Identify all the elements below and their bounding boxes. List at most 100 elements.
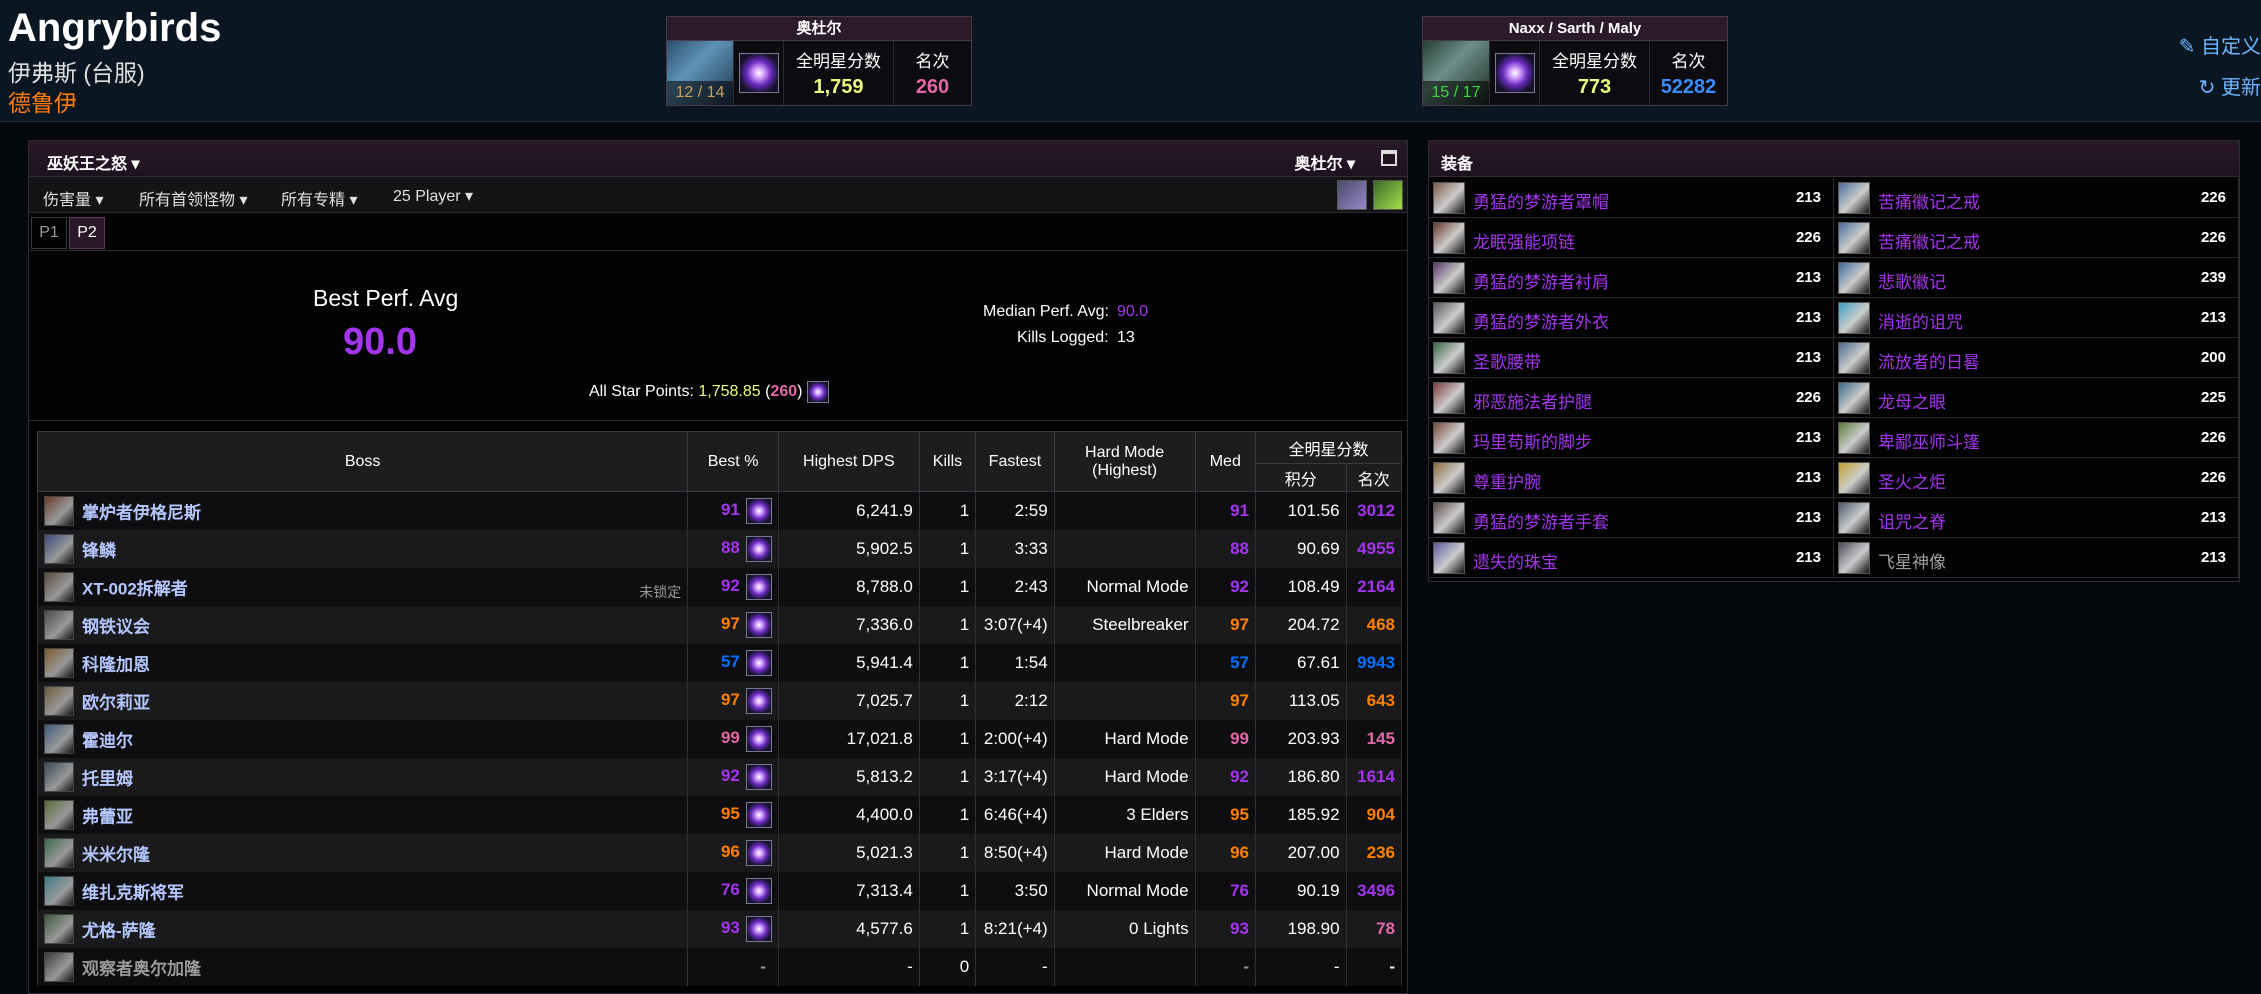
gear-name[interactable]: 飞星神像 bbox=[1878, 548, 1946, 573]
boss-name[interactable]: 观察者奥尔加隆 bbox=[82, 959, 201, 978]
boss-name[interactable]: 托里姆 bbox=[82, 769, 133, 788]
table-row[interactable]: 欧尔莉亚 97 7,025.7 1 2:12 97 113.05 643 bbox=[36, 681, 1403, 720]
gear-name[interactable]: 遗失的珠宝 bbox=[1473, 548, 1558, 573]
boss-name[interactable]: 霍迪尔 bbox=[82, 731, 133, 750]
allstar-icon[interactable] bbox=[745, 915, 772, 942]
allstar-icon[interactable] bbox=[745, 725, 772, 752]
zone-summary-naxx[interactable]: Naxx / Sarth / Maly 15 / 17 全明星分数 773 名次… bbox=[1422, 16, 1728, 106]
spec-dropdown[interactable]: 所有专精 ▾ bbox=[281, 186, 358, 210]
table-row[interactable]: 维扎克斯将军 76 7,313.4 1 3:50 Normal Mode 76 90.19 34… bbox=[36, 871, 1403, 910]
gear-item[interactable]: 龙眠强能项链 226 bbox=[1429, 218, 1834, 258]
gear-name[interactable]: 勇猛的梦游者罩帽 bbox=[1473, 188, 1609, 213]
gear-name[interactable]: 悲歌徽记 bbox=[1878, 268, 1946, 293]
boss-name[interactable]: 锋鳞 bbox=[82, 541, 116, 560]
gear-name[interactable]: 苦痛徽记之戒 bbox=[1878, 228, 1980, 253]
gear-name[interactable]: 龙眠强能项链 bbox=[1473, 228, 1575, 253]
gear-name[interactable]: 圣火之炬 bbox=[1878, 468, 1946, 493]
expansion-dropdown[interactable]: 巫妖王之怒 ▾ bbox=[47, 150, 140, 174]
gear-name[interactable]: 诅咒之脊 bbox=[1878, 508, 1946, 533]
gear-name[interactable]: 尊重护腕 bbox=[1473, 468, 1541, 493]
gear-item[interactable]: 遗失的珠宝 213 bbox=[1429, 538, 1834, 578]
customize-link[interactable]: ✎ 自定义 bbox=[2179, 30, 2261, 59]
allstar-icon[interactable] bbox=[745, 687, 772, 714]
zone-dropdown[interactable]: 奥杜尔 ▾ bbox=[1295, 150, 1356, 174]
gear-item[interactable]: 悲歌徽记 239 bbox=[1834, 258, 2239, 298]
col-dps[interactable]: Highest DPS bbox=[777, 431, 920, 492]
boss-dropdown[interactable]: 所有首领怪物 ▾ bbox=[139, 186, 248, 210]
maximize-icon[interactable] bbox=[1381, 150, 1397, 166]
gear-name[interactable]: 流放者的日晷 bbox=[1878, 348, 1980, 373]
col-kills[interactable]: Kills bbox=[918, 431, 977, 492]
gear-item[interactable]: 勇猛的梦游者衬肩 213 bbox=[1429, 258, 1834, 298]
table-row[interactable]: XT-002拆解者 未锁定 92 8,788.0 1 2:43 Normal Mode 92 1… bbox=[36, 567, 1403, 606]
gear-name[interactable]: 圣歌腰带 bbox=[1473, 348, 1541, 373]
allstar-icon[interactable] bbox=[745, 877, 772, 904]
gear-item[interactable]: 飞星神像 213 bbox=[1834, 538, 2239, 578]
allstar-icon[interactable] bbox=[745, 497, 772, 524]
partition-icon[interactable] bbox=[1337, 180, 1367, 210]
col-fastest[interactable]: Fastest bbox=[975, 431, 1055, 492]
col-points[interactable]: 积分 bbox=[1254, 463, 1347, 492]
gear-item[interactable]: 玛里苟斯的脚步 213 bbox=[1429, 418, 1834, 458]
gear-item[interactable]: 尊重护腕 213 bbox=[1429, 458, 1834, 498]
boss-name[interactable]: 维扎克斯将军 bbox=[82, 883, 184, 902]
gear-item[interactable]: 卑鄙巫师斗篷 226 bbox=[1834, 418, 2239, 458]
gear-name[interactable]: 龙母之眼 bbox=[1878, 388, 1946, 413]
gear-name[interactable]: 消逝的诅咒 bbox=[1878, 308, 1963, 333]
col-boss[interactable]: Boss bbox=[36, 431, 689, 492]
col-rank[interactable]: 名次 bbox=[1345, 463, 1403, 492]
col-hardmode[interactable]: Hard Mode (Highest) bbox=[1053, 431, 1196, 492]
boss-name[interactable]: 掌炉者伊格尼斯 bbox=[82, 503, 201, 522]
allstar-icon[interactable] bbox=[745, 763, 772, 790]
gear-item[interactable]: 圣歌腰带 213 bbox=[1429, 338, 1834, 378]
gear-name[interactable]: 勇猛的梦游者手套 bbox=[1473, 508, 1609, 533]
size-dropdown[interactable]: 25 Player ▾ bbox=[393, 186, 473, 206]
gear-item[interactable]: 诅咒之脊 213 bbox=[1834, 498, 2239, 538]
allstar-icon[interactable] bbox=[745, 535, 772, 562]
table-row[interactable]: 钢铁议会 97 7,336.0 1 3:07(+4) Steelbreaker 97 204.… bbox=[36, 605, 1403, 644]
gear-name[interactable]: 玛里苟斯的脚步 bbox=[1473, 428, 1592, 453]
allstar-icon[interactable] bbox=[745, 649, 772, 676]
zone-summary-ulduar[interactable]: 奥杜尔 12 / 14 全明星分数 1,759 名次 260 bbox=[666, 16, 972, 106]
table-row[interactable]: 弗蕾亚 95 4,400.0 1 6:46(+4) 3 Elders 95 185.92 904 bbox=[36, 795, 1403, 834]
boss-name[interactable]: XT-002拆解者 bbox=[82, 579, 188, 598]
boss-name[interactable]: 钢铁议会 bbox=[82, 617, 150, 636]
table-row[interactable]: 霍迪尔 99 17,021.8 1 2:00(+4) Hard Mode 99 203.93 1… bbox=[36, 719, 1403, 758]
gear-name[interactable]: 苦痛徽记之戒 bbox=[1878, 188, 1980, 213]
boss-name[interactable]: 欧尔莉亚 bbox=[82, 693, 150, 712]
gear-item[interactable]: 勇猛的梦游者手套 213 bbox=[1429, 498, 1834, 538]
gear-item[interactable]: 苦痛徽记之戒 226 bbox=[1834, 178, 2239, 218]
gear-item[interactable]: 消逝的诅咒 213 bbox=[1834, 298, 2239, 338]
metric-dropdown[interactable]: 伤害量 ▾ bbox=[43, 186, 104, 210]
table-row[interactable]: 托里姆 92 5,813.2 1 3:17(+4) Hard Mode 92 186.80 16… bbox=[36, 757, 1403, 796]
gear-name[interactable]: 卑鄙巫师斗篷 bbox=[1878, 428, 1980, 453]
allstar-icon[interactable] bbox=[745, 801, 772, 828]
boss-name[interactable]: 尤格-萨隆 bbox=[82, 921, 156, 940]
gear-name[interactable]: 邪恶施法者护腿 bbox=[1473, 388, 1592, 413]
phase-tab-p1[interactable]: P1 bbox=[31, 217, 67, 249]
gear-item[interactable]: 苦痛徽记之戒 226 bbox=[1834, 218, 2239, 258]
col-best[interactable]: Best % bbox=[687, 431, 779, 492]
allstar-icon[interactable] bbox=[745, 573, 772, 600]
gear-item[interactable]: 勇猛的梦游者外衣 213 bbox=[1429, 298, 1834, 338]
allstar-icon[interactable] bbox=[745, 611, 772, 638]
table-row[interactable]: 观察者奥尔加隆 - -0- - - - bbox=[36, 947, 1403, 986]
gear-item[interactable]: 龙母之眼 225 bbox=[1834, 378, 2239, 418]
refresh-link[interactable]: ↻ 更新 bbox=[2179, 71, 2261, 100]
boss-name[interactable]: 弗蕾亚 bbox=[82, 807, 133, 826]
gear-item[interactable]: 勇猛的梦游者罩帽 213 bbox=[1429, 178, 1834, 218]
gear-item[interactable]: 邪恶施法者护腿 226 bbox=[1429, 378, 1834, 418]
table-row[interactable]: 尤格-萨隆 93 4,577.6 1 8:21(+4) 0 Lights 93 198.90 7… bbox=[36, 909, 1403, 948]
boss-name[interactable]: 米米尔隆 bbox=[82, 845, 150, 864]
table-row[interactable]: 科隆加恩 57 5,941.4 1 1:54 57 67.61 9943 bbox=[36, 643, 1403, 682]
gear-item[interactable]: 流放者的日晷 200 bbox=[1834, 338, 2239, 378]
gear-name[interactable]: 勇猛的梦游者外衣 bbox=[1473, 308, 1609, 333]
table-row[interactable]: 掌炉者伊格尼斯 91 6,241.9 1 2:59 91 101.56 3012 bbox=[36, 491, 1403, 530]
allstar-icon[interactable] bbox=[745, 839, 772, 866]
boss-name[interactable]: 科隆加恩 bbox=[82, 655, 150, 674]
col-med[interactable]: Med bbox=[1194, 431, 1256, 492]
gear-item[interactable]: 圣火之炬 226 bbox=[1834, 458, 2239, 498]
table-row[interactable]: 锋鳞 88 5,902.5 1 3:33 88 90.69 4955 bbox=[36, 529, 1403, 568]
gear-name[interactable]: 勇猛的梦游者衬肩 bbox=[1473, 268, 1609, 293]
key-icon[interactable] bbox=[1373, 180, 1403, 210]
